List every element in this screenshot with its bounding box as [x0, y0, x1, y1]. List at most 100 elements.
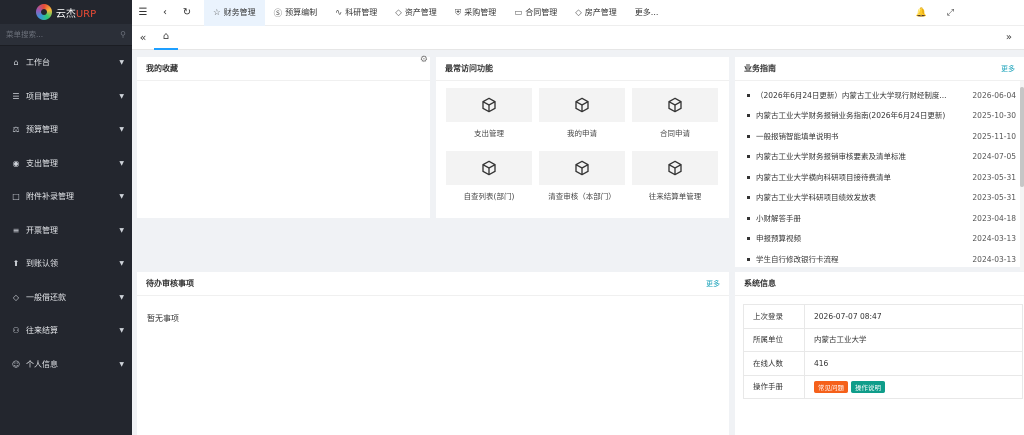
module-tab[interactable]: ◇ 资产管理 — [386, 0, 446, 26]
cube-icon — [668, 160, 682, 176]
cube-icon — [575, 160, 589, 176]
sidebar-item[interactable]: ☺ 个人信息 ▼ — [0, 348, 132, 382]
quick-access-item[interactable]: 自查列表(部门) — [446, 151, 532, 207]
diamond-icon: ◇ — [12, 292, 20, 302]
guide-item-date: 2023-05-31 — [972, 193, 1016, 203]
logo[interactable]: 云杰URP — [0, 0, 132, 24]
scrollbar-thumb[interactable] — [1020, 87, 1024, 187]
caret-down-icon: ▼ — [119, 59, 124, 67]
sidebar-item[interactable]: ⬆ 到账认领 ▼ — [0, 247, 132, 281]
menu-search-input[interactable] — [6, 30, 106, 39]
guide-more-link[interactable]: 更多 — [1001, 64, 1015, 74]
double-right-icon[interactable]: » — [1006, 32, 1024, 43]
sidebar-item[interactable]: ≡ 开票管理 ▼ — [0, 214, 132, 248]
invoice-icon: ≡ — [12, 225, 20, 235]
user-icon: ☺ — [11, 359, 21, 369]
faq-badge[interactable]: 常见问题 — [814, 380, 848, 393]
pending-more-link[interactable]: 更多 — [706, 279, 720, 289]
guide-item[interactable]: 内蒙古工业大学科研项目绩效发放表 2023-05-31 — [747, 188, 1016, 209]
pending-panel: 待办审核事项 更多 暂无事项 — [137, 272, 729, 435]
bullet — [747, 93, 750, 97]
cube-icon — [575, 97, 589, 113]
guide-item[interactable]: 小财解答手册 2023-04-18 — [747, 208, 1016, 229]
sysinfo-title: 系统信息 — [744, 279, 776, 288]
bell-icon[interactable]: 🔔 — [916, 8, 927, 18]
quick-access-item[interactable]: 我的申请 — [539, 88, 625, 144]
sidebar-item[interactable]: ⌂ 工作台 ▼ — [0, 46, 132, 80]
sidebar-item[interactable]: ⚇ 往来结算 ▼ — [0, 314, 132, 348]
sidebar-item[interactable]: □ 附件补录管理 ▼ — [0, 180, 132, 214]
guide-item[interactable]: 内蒙古工业大学财务报销审核要素及清单标准 2024-07-05 — [747, 147, 1016, 168]
cube-icon — [482, 97, 496, 113]
sysinfo-value: 416 — [804, 351, 1023, 376]
quick-access-label: 支出管理 — [474, 129, 504, 138]
bullet — [747, 175, 750, 179]
guide-item[interactable]: （2026年6月24日更新）内蒙古工业大学现行财经制度... 2026-06-04 — [747, 85, 1016, 106]
guide-item[interactable]: 一般报销智能填单说明书 2025-11-10 — [747, 126, 1016, 147]
double-left-icon[interactable]: « — [132, 31, 154, 44]
bullet — [747, 114, 750, 118]
gear-icon[interactable]: ⚙ — [420, 55, 428, 65]
sysinfo-key: 所属单位 — [743, 327, 805, 352]
folder-icon: □ — [12, 192, 20, 202]
guide-item[interactable]: 内蒙古工业大学财务报销业务指南(2026年6月24日更新) 2025-10-30 — [747, 106, 1016, 127]
guide-list: （2026年6月24日更新）内蒙古工业大学现行财经制度... 2026-06-04… — [735, 81, 1024, 267]
quick-access-item[interactable]: 往来结算单管理 — [632, 151, 718, 207]
guide-item-date: 2024-07-05 — [972, 152, 1016, 162]
search-icon[interactable]: ⚲ — [120, 30, 126, 39]
sidebar-item-label: 预算管理 — [26, 125, 58, 135]
guide-item[interactable]: 学生自行修改银行卡流程 2024-03-13 — [747, 249, 1016, 267]
guide-item-date: 2025-10-30 — [972, 111, 1016, 121]
logo-icon — [35, 4, 52, 20]
sidebar-item[interactable]: ◉ 支出管理 ▼ — [0, 147, 132, 181]
quick-access-panel: 最常访问功能 支出管理 我的申请 合同申请 自查列表(部门) 清查审核（本部门） 往来结算… — [436, 57, 729, 218]
quick-access-label: 往来结算单管理 — [648, 192, 702, 201]
fullscreen-icon[interactable]: ⤢ — [947, 8, 954, 18]
sidebar-item-label: 工作台 — [26, 58, 50, 68]
guide-item-title: 申报预算视频 — [756, 234, 801, 244]
more-modules-button[interactable]: 更多... — [626, 0, 668, 26]
module-tab[interactable]: ▭ 合同管理 — [505, 0, 566, 26]
pending-empty-text: 暂无事项 — [147, 314, 179, 323]
sidebar-item-label: 项目管理 — [26, 91, 58, 101]
diamond-icon: ◇ — [395, 7, 402, 18]
cube-icon — [668, 97, 682, 113]
quick-access-label: 合同申请 — [660, 129, 690, 138]
caret-down-icon: ▼ — [119, 193, 124, 201]
guide-badge[interactable]: 操作说明 — [851, 380, 885, 393]
sidebar-item[interactable]: ☰ 项目管理 ▼ — [0, 80, 132, 114]
module-tab[interactable]: ◇ 房产管理 — [566, 0, 626, 26]
menu-toggle-icon[interactable]: ☰ — [132, 7, 154, 18]
refresh-icon[interactable]: ↻ — [176, 7, 198, 18]
car-icon: ▭ — [514, 7, 523, 18]
sysinfo-row: 上次登录 2026-07-07 08:47 — [743, 304, 1023, 329]
sidebar-item[interactable]: ◇ 一般借还款 ▼ — [0, 281, 132, 315]
sidebar: 云杰URP ⚲ ⌂工作台▼☰项目管理▼⚖预算管理▼◉支出管理▼□附件补录管理▼≡… — [0, 0, 132, 435]
sysinfo-table: 上次登录 2026-07-07 08:47 所属单位 内蒙古工业大学 在线人数 416 操… — [743, 304, 1023, 399]
module-tab[interactable]: Ⓢ 预算编制 — [265, 0, 327, 26]
guide-item[interactable]: 内蒙古工业大学横向科研项目接待费清单 2023-05-31 — [747, 167, 1016, 188]
module-tab[interactable]: ⛨ 采购管理 — [446, 0, 505, 26]
module-tab[interactable]: ☆ 财务管理 — [204, 0, 265, 26]
back-icon[interactable]: ‹ — [154, 7, 176, 18]
menu-list: ⌂ 工作台 ▼ ☰ 项目管理 ▼ ⚖ 预算管理 ▼ ◉ 支出管理 ▼ □ 附件补录管理 ▼ ≡ 开票管理 ▼ ⬆ 到账… — [0, 46, 132, 381]
guide-item-date: 2024-03-13 — [972, 254, 1016, 264]
quick-access-item[interactable]: 支出管理 — [446, 88, 532, 144]
caret-down-icon: ▼ — [119, 92, 124, 100]
sysinfo-panel: 系统信息 上次登录 2026-07-07 08:47 所属单位 内蒙古工业大学 在线人数… — [735, 272, 1024, 435]
caret-down-icon: ▼ — [119, 293, 124, 301]
home-icon: ⌂ — [162, 31, 170, 42]
home-tab[interactable]: ⌂ — [154, 25, 178, 50]
quick-access-label: 清查审核（本部门） — [548, 192, 616, 201]
caret-down-icon: ▼ — [119, 126, 124, 134]
sidebar-item[interactable]: ⚖ 预算管理 ▼ — [0, 113, 132, 147]
guide-item-title: 学生自行修改银行卡流程 — [756, 254, 839, 264]
sysinfo-row: 在线人数 416 — [743, 351, 1023, 376]
circle-icon: ◉ — [12, 158, 20, 168]
quick-access-item[interactable]: 清查审核（本部门） — [539, 151, 625, 207]
sidebar-item-label: 到账认领 — [26, 259, 58, 269]
quick-access-item[interactable]: 合同申请 — [632, 88, 718, 144]
module-tab[interactable]: ∿ 科研管理 — [326, 0, 386, 26]
dollar-icon: Ⓢ — [273, 8, 283, 19]
guide-item[interactable]: 申报预算视频 2024-03-13 — [747, 229, 1016, 250]
